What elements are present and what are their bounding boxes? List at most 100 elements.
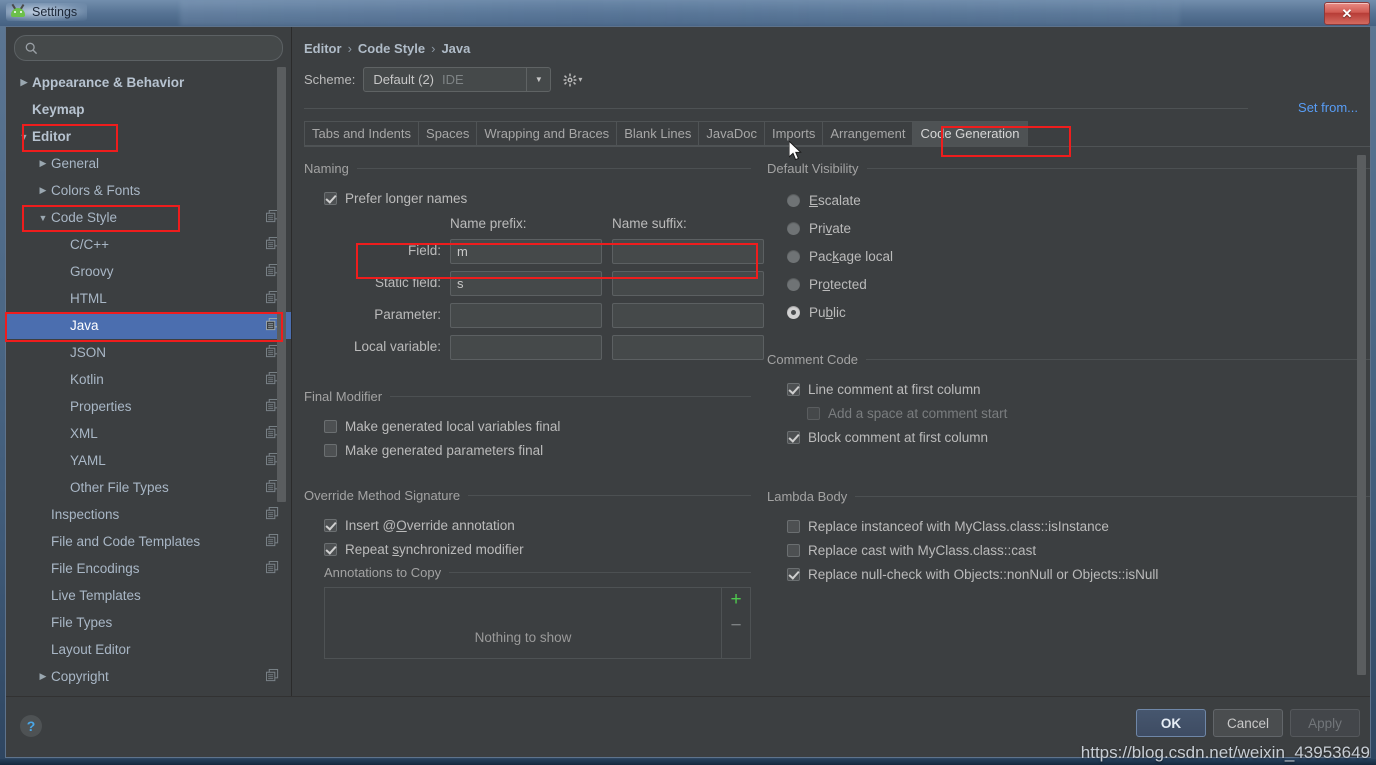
chevron-right-icon[interactable]: ▶ xyxy=(35,671,51,682)
radio-private[interactable]: Private xyxy=(787,214,1370,242)
tab-javadoc[interactable]: JavaDoc xyxy=(698,121,764,146)
checkbox-make-generated-local-variables-final[interactable]: Make generated local variables final xyxy=(324,414,751,438)
ok-button[interactable]: OK xyxy=(1136,709,1206,737)
sidebar-item-xml[interactable]: XML xyxy=(6,420,291,447)
tab-arrangement[interactable]: Arrangement xyxy=(822,121,913,146)
radio-dot xyxy=(787,305,800,319)
settings-dialog: ▶ Appearance & Behavior Keymap ▼ Editor ▶ Gene… xyxy=(5,26,1371,758)
checkbox-insert-override-annotation[interactable]: Insert @Override annotation xyxy=(324,513,751,537)
radio-protected[interactable]: Protected xyxy=(787,270,1370,298)
sidebar-item-properties[interactable]: Properties xyxy=(6,393,291,420)
help-button[interactable]: ? xyxy=(20,715,42,737)
sidebar-item-copyright[interactable]: ▶ Copyright xyxy=(6,663,291,690)
sidebar-item-label: Groovy xyxy=(70,264,114,279)
sidebar-item-keymap[interactable]: Keymap xyxy=(6,96,291,123)
radio-escalate[interactable]: Escalate xyxy=(787,186,1370,214)
breadcrumb-separator: › xyxy=(347,41,352,56)
checkbox-replace-null-check-with-objects-nonnull-or-obj[interactable]: Replace null-check with Objects::nonNull… xyxy=(787,562,1370,586)
breadcrumb-part-code-style[interactable]: Code Style xyxy=(358,41,425,56)
sidebar-item-file-types[interactable]: File Types xyxy=(6,609,291,636)
checkbox-prefer-longer-names[interactable]: Prefer longer names xyxy=(324,186,751,210)
tab-wrapping-and-braces[interactable]: Wrapping and Braces xyxy=(476,121,617,146)
checkbox-make-generated-parameters-final[interactable]: Make generated parameters final xyxy=(324,438,751,462)
sidebar-item-code-style[interactable]: ▼ Code Style xyxy=(6,204,291,231)
tab-label: Tabs and Indents xyxy=(312,126,412,141)
tab-code-generation[interactable]: Code Generation xyxy=(912,121,1028,146)
naming-suffix-input-field[interactable] xyxy=(612,238,764,264)
checkbox-block-comment-at-first-column[interactable]: Block comment at first column xyxy=(787,425,1370,449)
checkbox-box xyxy=(787,382,800,396)
radio-label: Public xyxy=(809,304,846,320)
sidebar-item-c-c[interactable]: C/C++ xyxy=(6,231,291,258)
set-from-link[interactable]: Set from... xyxy=(1298,100,1358,115)
group-body: Insert @Override annotation Repeat synchr… xyxy=(304,503,751,561)
sidebar-item-general[interactable]: ▶ General xyxy=(6,150,291,177)
checkbox-repeat-synchronized-modifier[interactable]: Repeat synchronized modifier xyxy=(324,537,751,561)
radio-package-local[interactable]: Package local xyxy=(787,242,1370,270)
chevron-right-icon[interactable]: ▶ xyxy=(35,158,51,169)
tab-spaces[interactable]: Spaces xyxy=(418,121,477,146)
tab-imports[interactable]: Imports xyxy=(763,121,823,146)
sidebar-item-file-encodings[interactable]: File Encodings xyxy=(6,555,291,582)
sidebar-item-java[interactable]: Java xyxy=(6,312,291,339)
sidebar-item-other-file-types[interactable]: Other File Types xyxy=(6,474,291,501)
sidebar-item-yaml[interactable]: YAML xyxy=(6,447,291,474)
chevron-down-icon[interactable]: ▼ xyxy=(526,68,550,91)
group-header: Override Method Signature xyxy=(304,488,751,503)
sidebar-item-appearance-behavior[interactable]: ▶ Appearance & Behavior xyxy=(6,69,291,96)
add-annotation-button[interactable]: + xyxy=(730,590,741,609)
breadcrumb-part-editor[interactable]: Editor xyxy=(304,41,342,56)
sidebar-item-groovy[interactable]: Groovy xyxy=(6,258,291,285)
naming-prefix-input-local-variable[interactable] xyxy=(450,334,602,360)
copy-scheme-icon[interactable] xyxy=(265,668,279,685)
settings-columns: Naming Prefer longer names Name prefix: N… xyxy=(304,147,1370,696)
sidebar-item-inspections[interactable]: Inspections xyxy=(6,501,291,528)
sidebar-item-editor[interactable]: ▼ Editor xyxy=(6,123,291,150)
naming-prefix-input-static-field[interactable] xyxy=(450,270,602,296)
sidebar-item-label: Properties xyxy=(70,399,132,414)
settings-tree: ▶ Appearance & Behavior Keymap ▼ Editor ▶ Gene… xyxy=(6,65,291,696)
sidebar-item-json[interactable]: JSON xyxy=(6,339,291,366)
naming-suffix-input-parameter[interactable] xyxy=(612,302,764,328)
chevron-down-icon[interactable]: ▼ xyxy=(16,132,32,142)
sidebar-scrollbar-thumb[interactable] xyxy=(277,67,286,502)
sidebar-item-label: Copyright xyxy=(51,669,109,684)
sidebar-item-html[interactable]: HTML xyxy=(6,285,291,312)
close-button[interactable]: ✕ xyxy=(1324,2,1370,25)
copy-scheme-icon[interactable] xyxy=(265,533,279,550)
group-naming: Naming Prefer longer names Name prefix: N… xyxy=(304,161,764,363)
naming-suffix-input-static-field[interactable] xyxy=(612,270,764,296)
checkbox-replace-instanceof-with-myclass-class-isinstan[interactable]: Replace instanceof with MyClass.class::i… xyxy=(787,514,1370,538)
sidebar-item-layout-editor[interactable]: Layout Editor xyxy=(6,636,291,663)
chevron-right-icon[interactable]: ▶ xyxy=(35,185,51,196)
checkbox-box xyxy=(324,191,337,205)
checkbox-replace-cast-with-myclass-class-cast[interactable]: Replace cast with MyClass.class::cast xyxy=(787,538,1370,562)
sidebar-item-live-templates[interactable]: Live Templates xyxy=(6,582,291,609)
checkbox-line-comment-at-first-column[interactable]: Line comment at first column xyxy=(787,377,1370,401)
search-field[interactable] xyxy=(14,35,283,61)
tab-blank-lines[interactable]: Blank Lines xyxy=(616,121,699,146)
naming-label-parameter: Parameter: xyxy=(374,307,441,322)
sidebar-item-file-and-code-templates[interactable]: File and Code Templates xyxy=(6,528,291,555)
android-studio-icon xyxy=(10,3,26,20)
sidebar-item-colors-fonts[interactable]: ▶ Colors & Fonts xyxy=(6,177,291,204)
tab-label: Arrangement xyxy=(830,126,906,141)
chevron-down-icon[interactable]: ▼ xyxy=(35,213,51,223)
radio-public[interactable]: Public xyxy=(787,298,1370,326)
sidebar-item-label: Kotlin xyxy=(70,372,104,387)
copy-scheme-icon[interactable] xyxy=(265,506,279,523)
naming-suffix-input-local-variable[interactable] xyxy=(612,334,764,360)
chevron-right-icon[interactable]: ▶ xyxy=(16,77,32,88)
cancel-button[interactable]: Cancel xyxy=(1213,709,1283,737)
scheme-dropdown[interactable]: Default (2) IDE ▼ xyxy=(363,67,552,92)
scheme-settings-button[interactable]: ▾ xyxy=(563,73,582,87)
naming-prefix-input-field[interactable] xyxy=(450,238,602,264)
sidebar-item-kotlin[interactable]: Kotlin xyxy=(6,366,291,393)
content-scrollbar-thumb[interactable] xyxy=(1357,155,1366,675)
search-input[interactable] xyxy=(44,40,272,56)
tab-tabs-and-indents[interactable]: Tabs and Indents xyxy=(304,121,419,146)
sidebar-item-label: Appearance & Behavior xyxy=(32,75,185,90)
naming-prefix-input-parameter[interactable] xyxy=(450,302,602,328)
remove-annotation-button[interactable]: − xyxy=(730,616,741,635)
copy-scheme-icon[interactable] xyxy=(265,560,279,577)
